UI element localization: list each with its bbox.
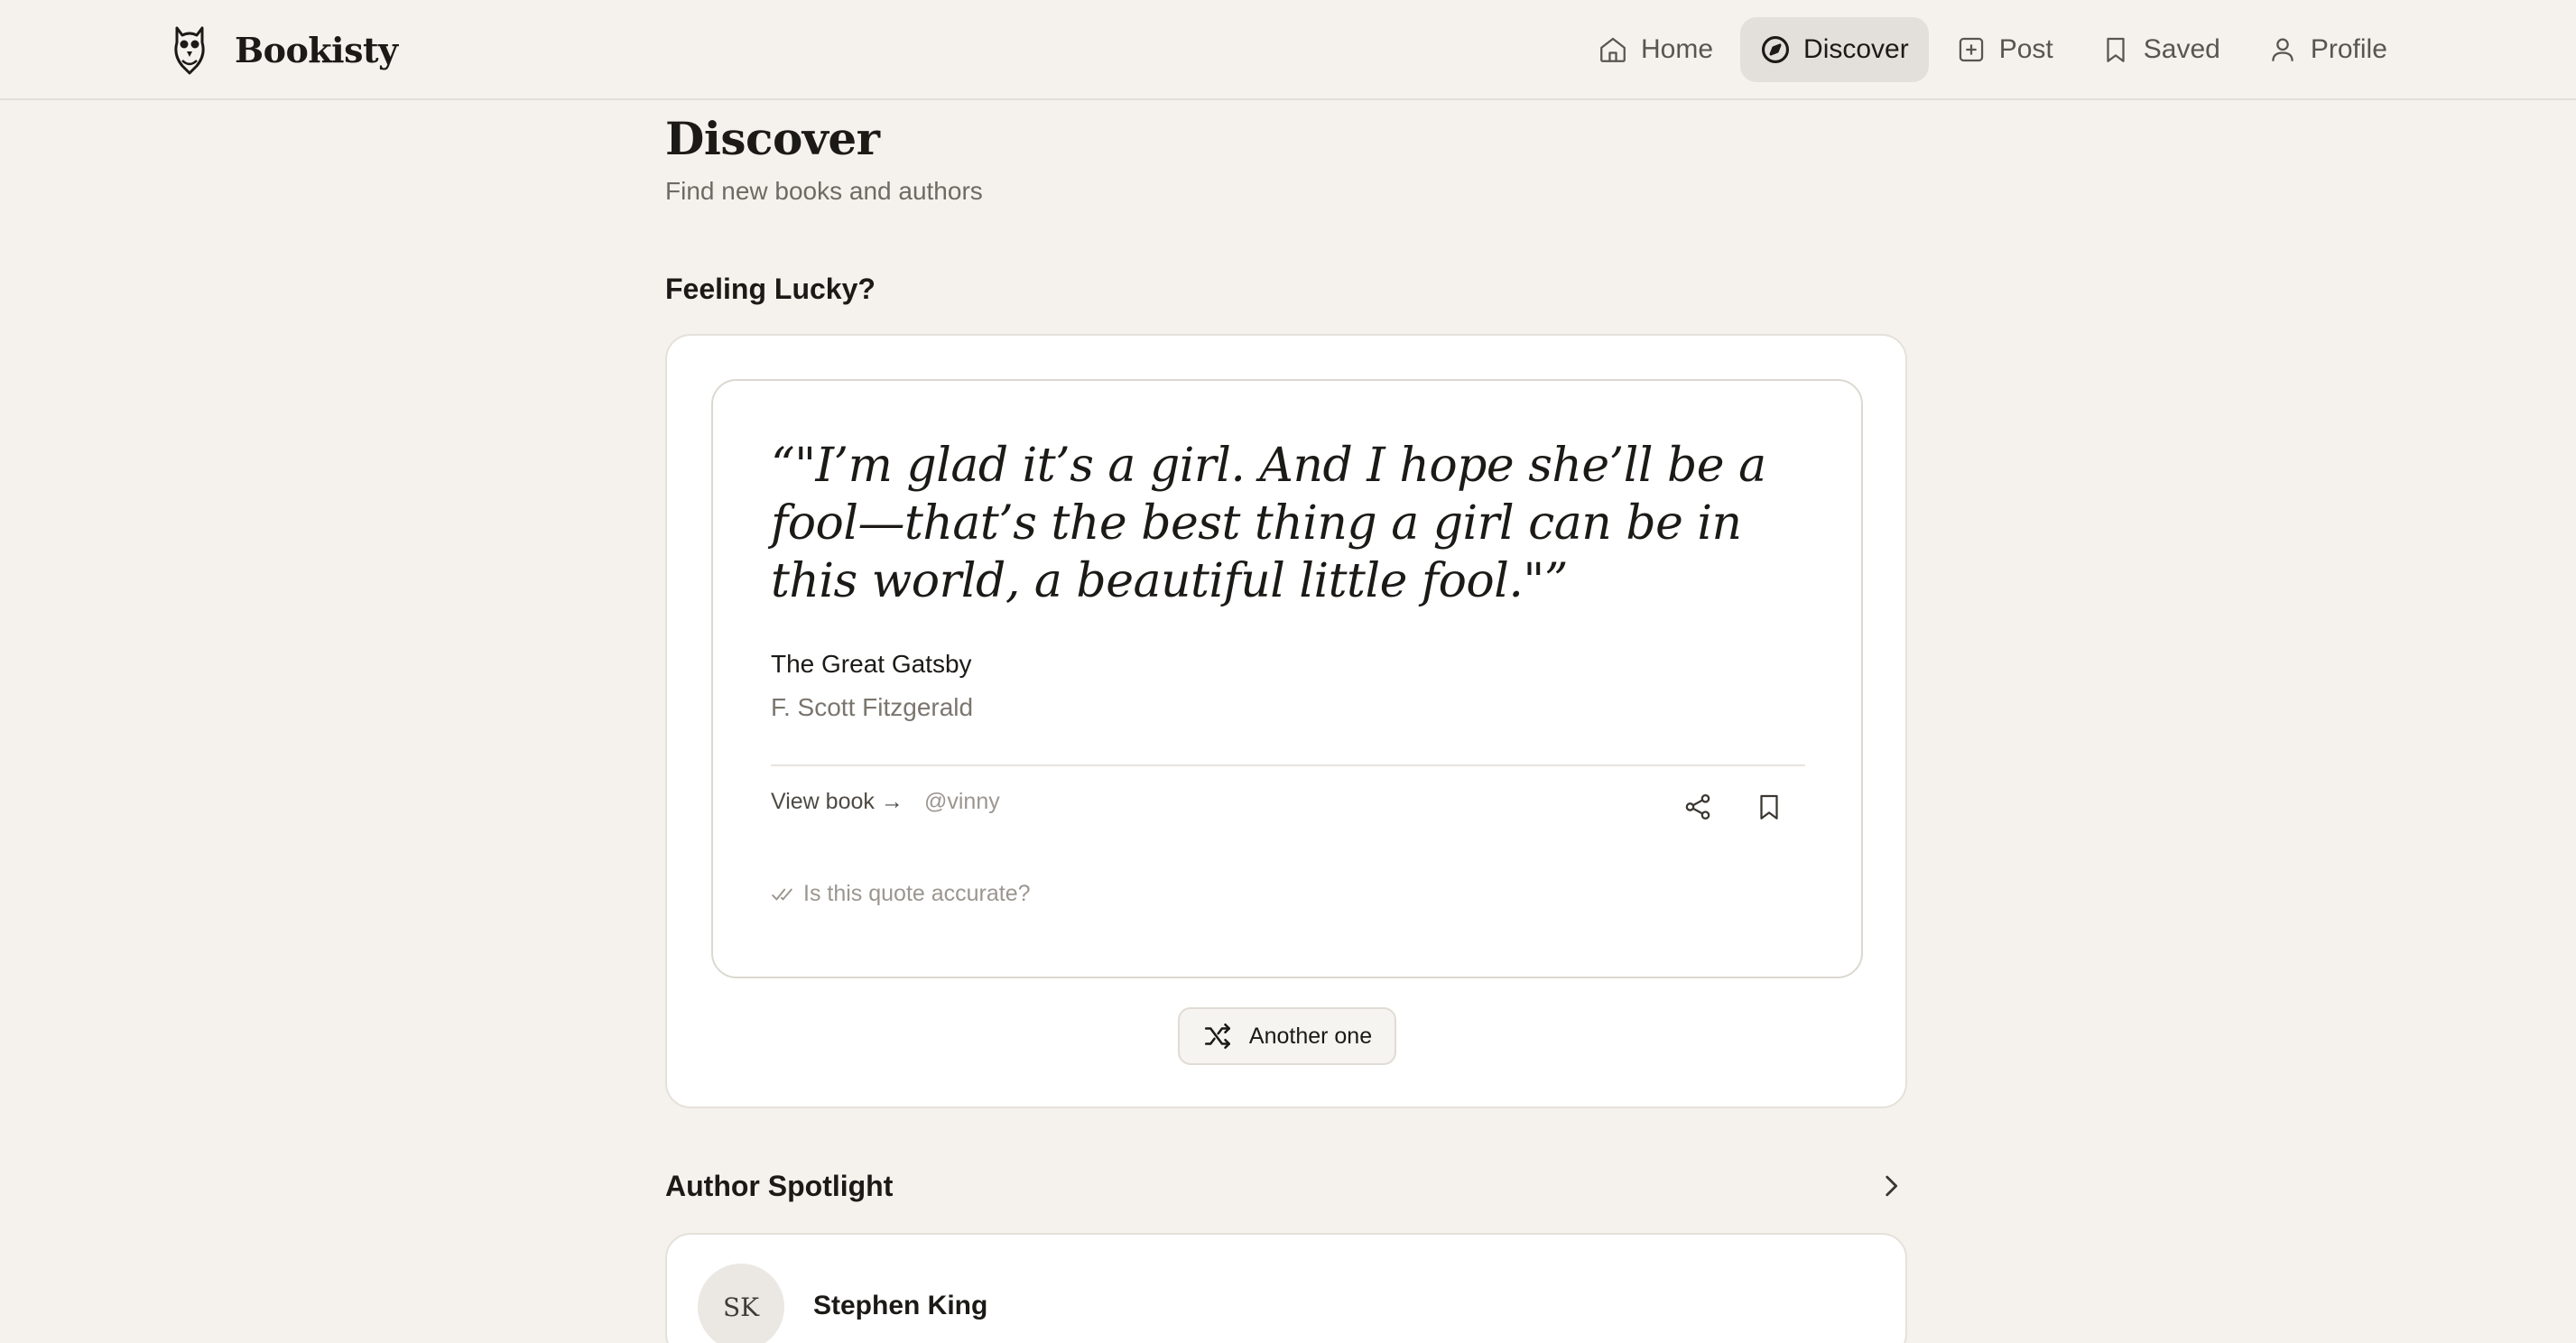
top-navigation-bar: Bookisty Home Discover Post Saved Profil…: [0, 0, 2576, 100]
compass-icon: [1762, 35, 1790, 64]
book-author[interactable]: F. Scott Fitzgerald: [771, 693, 973, 722]
view-book-link[interactable]: View book →: [771, 789, 903, 815]
book-title[interactable]: The Great Gatsby: [771, 650, 972, 679]
another-one-button[interactable]: Another one: [1178, 1007, 1396, 1065]
app-name: Bookisty: [235, 29, 398, 70]
author-spotlight-heading: Author Spotlight: [665, 1170, 894, 1202]
feeling-lucky-heading: Feeling Lucky?: [665, 273, 876, 305]
bookmark-button[interactable]: [1744, 782, 1794, 832]
nav-label-saved: Saved: [2143, 34, 2220, 64]
nav-item-post[interactable]: Post: [1936, 17, 2073, 82]
nav-label-profile: Profile: [2310, 34, 2387, 64]
shuffle-icon: [1204, 1023, 1230, 1050]
nav-label-post: Post: [1998, 34, 2053, 64]
another-one-label: Another one: [1248, 1023, 1373, 1049]
nav-item-profile[interactable]: Profile: [2247, 17, 2407, 82]
double-check-icon: [772, 888, 792, 900]
nav-item-saved[interactable]: Saved: [2080, 17, 2240, 82]
share-button[interactable]: [1673, 782, 1723, 832]
nav-item-home[interactable]: Home: [1578, 17, 1733, 82]
owl-icon: [174, 26, 205, 75]
author-avatar: SK: [698, 1264, 784, 1343]
quote-card: “"I’m glad it’s a girl. And I hope she’l…: [711, 379, 1863, 978]
author-name[interactable]: Stephen King: [813, 1291, 987, 1321]
quote-accuracy-label: Is this quote accurate?: [803, 881, 1031, 906]
main-nav: Home Discover Post Saved Profile: [1578, 17, 2414, 82]
home-icon: [1600, 37, 1626, 62]
divider: [771, 764, 1805, 766]
nav-label-home: Home: [1641, 34, 1714, 64]
page-subtitle: Find new books and authors: [665, 177, 983, 205]
share-icon: [1685, 793, 1710, 820]
poster-username[interactable]: @vinny: [924, 789, 1000, 815]
page-title: Discover: [665, 112, 880, 165]
author-spotlight-card[interactable]: SK Stephen King: [665, 1233, 1907, 1343]
user-icon: [2272, 38, 2293, 61]
quote-accuracy-prompt[interactable]: Is this quote accurate?: [771, 881, 1031, 907]
feeling-lucky-card: “"I’m glad it’s a girl. And I hope she’l…: [665, 334, 1907, 1108]
bookmark-icon: [2107, 37, 2125, 62]
nav-item-discover[interactable]: Discover: [1740, 17, 1929, 82]
plus-square-icon: [1959, 37, 1983, 62]
chevron-right-icon[interactable]: [1876, 1170, 1906, 1202]
quote-text: “"I’m glad it’s a girl. And I hope she’l…: [771, 439, 1766, 608]
nav-label-discover: Discover: [1803, 34, 1909, 64]
bookmark-icon: [1760, 794, 1778, 820]
brand[interactable]: Bookisty: [170, 23, 398, 76]
